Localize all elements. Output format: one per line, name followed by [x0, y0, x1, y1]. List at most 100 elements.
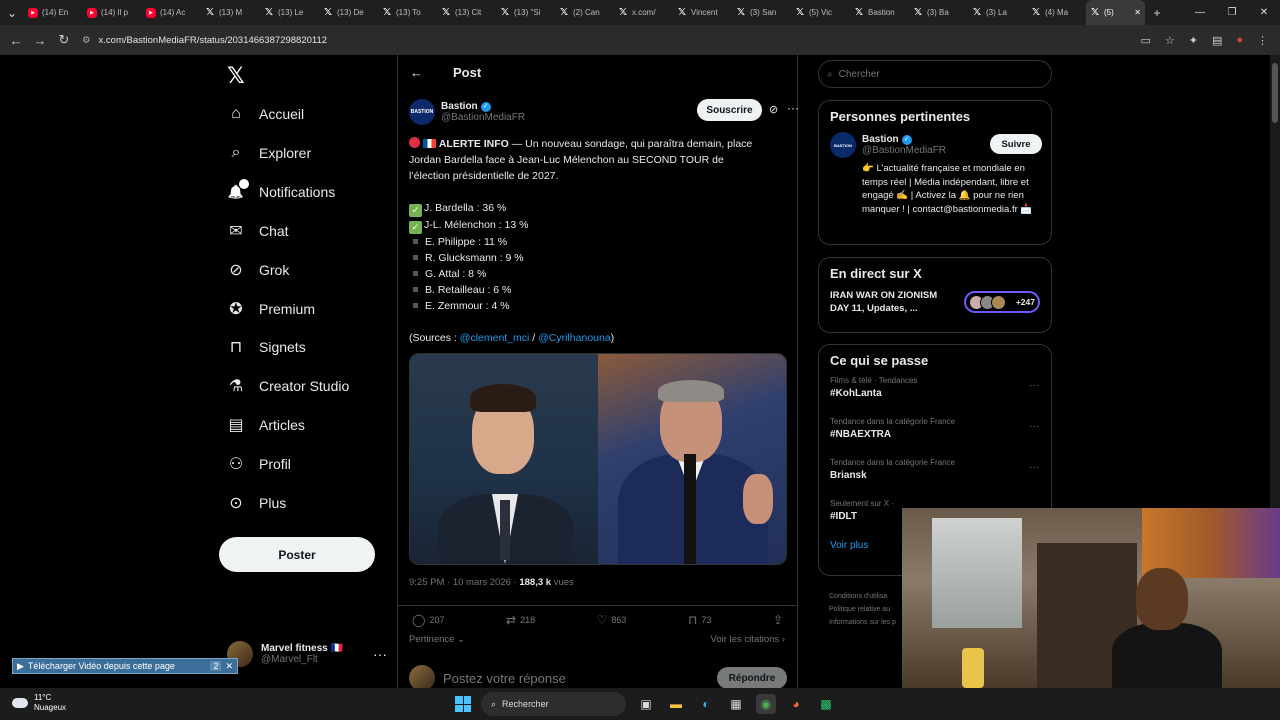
- source-link[interactable]: @clement_mci: [460, 332, 530, 344]
- timestamp[interactable]: 9:25 PM · 10 mars 2026 ·: [409, 577, 519, 588]
- url-field[interactable]: ⚙ x.com/BastionMediaFR/status/2031466387…: [82, 35, 1112, 46]
- store-icon[interactable]: ▦: [726, 694, 746, 714]
- task-view-icon[interactable]: ▣: [636, 694, 656, 714]
- minimize-icon[interactable]: —: [1184, 0, 1216, 25]
- browser-tab[interactable]: 𝕏 (3) San: [732, 0, 791, 25]
- browser-tab[interactable]: 𝕏 (4) Ma: [1027, 0, 1086, 25]
- site-info-icon[interactable]: ⚙: [82, 35, 91, 46]
- browser-tab[interactable]: 𝕏 (13) "Si: [496, 0, 555, 25]
- browser-tab[interactable]: ▶ (14) Ac: [142, 0, 201, 25]
- reply-input[interactable]: [443, 670, 709, 686]
- reload-icon[interactable]: ↻: [52, 32, 76, 48]
- nav-item-plus[interactable]: ⊙ Plus: [227, 489, 286, 517]
- trend-item[interactable]: Tendance dans la catégorie France Briansk…: [819, 458, 1051, 499]
- close-window-icon[interactable]: ✕: [1248, 0, 1280, 25]
- follow-button[interactable]: Suivre: [990, 134, 1042, 154]
- forward-icon[interactable]: →: [28, 33, 52, 48]
- extensions-icon[interactable]: ✦: [1189, 34, 1198, 47]
- edge-icon[interactable]: ◐: [696, 694, 716, 714]
- browser-tab[interactable]: 𝕏 (5) Vic: [791, 0, 850, 25]
- relevant-people-card: Personnes pertinentes BASTION Bastion ✓ @…: [818, 100, 1052, 245]
- browser-tab[interactable]: 𝕏 (5) ✕: [1086, 0, 1145, 25]
- footer-link[interactable]: Conditions d'utilisa: [829, 590, 896, 603]
- trend-item[interactable]: Films & télé · Tendances #KohLanta ···: [819, 376, 1051, 417]
- nav-item-grok[interactable]: ⊘ Grok: [227, 256, 289, 284]
- nav-item-premium[interactable]: ✪ Premium: [227, 295, 315, 323]
- browser-tab[interactable]: ▶ (14) Il p: [83, 0, 142, 25]
- sidebar-icon[interactable]: ▤: [1212, 34, 1222, 47]
- nav-item-profil[interactable]: ⚇ Profil: [227, 450, 291, 478]
- menu-icon[interactable]: ⋮: [1257, 34, 1268, 47]
- browser-tab[interactable]: 𝕏 (3) La: [968, 0, 1027, 25]
- browser-tab[interactable]: 𝕏 (3) Ba: [909, 0, 968, 25]
- maximize-icon[interactable]: ❐: [1216, 0, 1248, 25]
- firefox-icon[interactable]: ◕: [786, 694, 806, 714]
- profile-icon[interactable]: ●: [1236, 34, 1243, 47]
- post-image[interactable]: [409, 353, 787, 565]
- star-icon[interactable]: ☆: [1165, 34, 1175, 47]
- browser-tab[interactable]: 𝕏 (13) De: [319, 0, 378, 25]
- x-logo-icon[interactable]: 𝕏: [227, 63, 245, 89]
- download-video-bar[interactable]: ▶ Télécharger Vidéo depuis cette page 2 …: [12, 658, 238, 674]
- nav-item-notifications[interactable]: 🔔 5 Notifications: [227, 178, 335, 206]
- relevant-name[interactable]: Bastion: [862, 134, 899, 145]
- more-icon[interactable]: ···: [373, 646, 387, 662]
- weather-widget[interactable]: 11°C Nuageux: [12, 693, 66, 713]
- nav-item-creator-studio[interactable]: ⚗ Creator Studio: [227, 372, 349, 400]
- nav-item-explorer[interactable]: ⌕ Explorer: [227, 139, 312, 167]
- app-icon[interactable]: ▩: [816, 694, 836, 714]
- post-button[interactable]: Poster: [219, 537, 375, 572]
- repost-button[interactable]: ⇄ 218: [506, 613, 535, 627]
- tab-search-icon[interactable]: ⌄: [0, 6, 24, 20]
- account-switcher[interactable]: Marvel fitness 🇫🇷 @Marvel_Flt ···: [227, 641, 387, 667]
- tab-label: (5) Vic: [809, 8, 832, 17]
- author-avatar[interactable]: BASTION: [409, 99, 435, 125]
- browser-tab[interactable]: 𝕏 (13) M: [201, 0, 260, 25]
- trend-item[interactable]: Tendance dans la catégorie France #NBAEXT…: [819, 417, 1051, 458]
- close-tab-icon[interactable]: ✕: [1134, 8, 1141, 17]
- browser-tab[interactable]: 𝕏 (2) Can: [555, 0, 614, 25]
- x-logo-icon: 𝕏: [854, 7, 864, 18]
- browser-tab[interactable]: 𝕏 Bastion: [850, 0, 909, 25]
- subscribe-button[interactable]: Souscrire: [697, 99, 762, 121]
- cast-icon[interactable]: ▭: [1140, 34, 1150, 47]
- browser-tab[interactable]: 𝕏 Vincent: [673, 0, 732, 25]
- more-icon[interactable]: ···: [787, 101, 799, 115]
- back-arrow-icon[interactable]: ←: [410, 65, 423, 80]
- sort-dropdown[interactable]: Pertinence ⌄: [409, 634, 465, 645]
- author-name[interactable]: Bastion: [441, 101, 478, 112]
- browser-tab[interactable]: 𝕏 (13) Le: [260, 0, 319, 25]
- bookmark-button[interactable]: ⊓ 73: [688, 613, 711, 627]
- relevant-avatar[interactable]: BASTION: [830, 132, 856, 158]
- new-tab-button[interactable]: +: [1145, 6, 1169, 20]
- nav-item-chat[interactable]: ✉ Chat: [227, 217, 288, 245]
- nav-item-signets[interactable]: ⊓ Signets: [227, 333, 306, 361]
- more-icon[interactable]: ···: [1029, 462, 1039, 473]
- view-quotes-link[interactable]: Voir les citations ›: [711, 634, 785, 645]
- nav-item-accueil[interactable]: ⌂ Accueil: [227, 100, 304, 128]
- windows-start-icon[interactable]: [455, 696, 471, 712]
- back-icon[interactable]: ←: [4, 33, 28, 48]
- browser-tab[interactable]: 𝕏 (13) To: [378, 0, 437, 25]
- search-box[interactable]: ⌕ Chercher: [818, 60, 1052, 88]
- grok-icon[interactable]: ⊘: [769, 103, 778, 116]
- more-icon[interactable]: ···: [1029, 421, 1039, 432]
- reply-button[interactable]: ◯ 207: [412, 613, 444, 627]
- browser-tab[interactable]: 𝕏x.com/: [614, 0, 673, 25]
- file-explorer-icon[interactable]: ▬: [666, 694, 686, 714]
- nav-item-articles[interactable]: ▤ Articles: [227, 411, 304, 439]
- browser-tab[interactable]: 𝕏 (13) Cit: [437, 0, 496, 25]
- chrome-icon[interactable]: ◉: [756, 694, 776, 714]
- more-icon[interactable]: ···: [1029, 380, 1039, 391]
- live-item[interactable]: IRAN WAR ON ZIONISM DAY 11, Updates, ...…: [819, 289, 1051, 315]
- share-button[interactable]: ⇪: [773, 613, 783, 627]
- taskbar-search[interactable]: ⌕ Rechercher: [481, 692, 626, 716]
- close-icon[interactable]: ✕: [225, 661, 233, 672]
- footer-link[interactable]: Politique relative au: [829, 603, 896, 616]
- browser-tab[interactable]: ▶ (14) En: [24, 0, 83, 25]
- author-handle[interactable]: @BastionMediaFR: [441, 112, 525, 123]
- like-button[interactable]: ♡ 863: [597, 613, 627, 627]
- reply-submit-button[interactable]: Répondre: [717, 667, 787, 688]
- footer-link[interactable]: Informations sur les p: [829, 616, 896, 629]
- source-link[interactable]: @Cyrilhanouna: [538, 332, 611, 344]
